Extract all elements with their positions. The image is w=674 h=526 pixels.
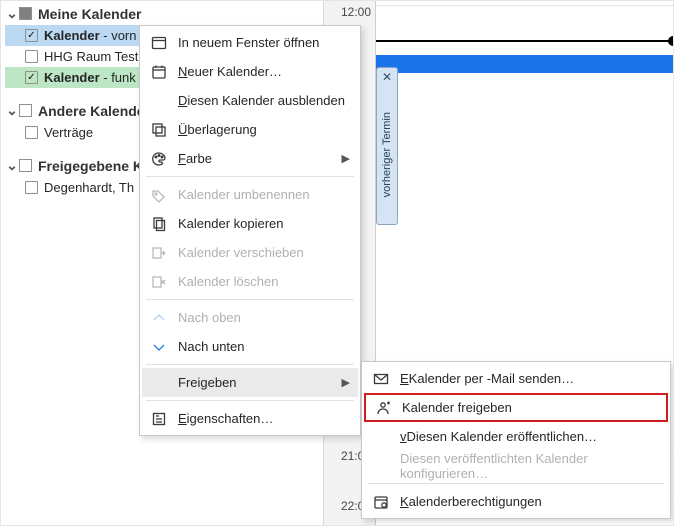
menu-item-label: Nach unten (178, 339, 348, 354)
calendar-name: Kalender - funk (44, 70, 136, 85)
menu-item-label: Nach oben (178, 310, 348, 325)
menu-item-share[interactable]: Freigeben▶ (142, 368, 358, 397)
calendar-name: HHG Raum Test (44, 49, 138, 64)
share-icon (372, 397, 394, 419)
close-icon[interactable]: ✕ (377, 70, 397, 84)
hour-line (376, 5, 673, 6)
mail-icon (370, 368, 392, 390)
menu-item-open-new[interactable]: In neuem Fenster öffnen (142, 28, 358, 57)
blank-icon (148, 90, 170, 112)
now-indicator (376, 40, 673, 42)
menu-item-label: Neuer Kalender… (178, 64, 348, 79)
checkbox[interactable] (25, 181, 38, 194)
calendar-name: Kalender - vorn (44, 28, 136, 43)
group-header[interactable]: ⌄ Meine Kalender (5, 5, 319, 22)
previous-appointment-tab[interactable]: ✕ vorheriger Termin (376, 67, 398, 225)
tag-icon (148, 184, 170, 206)
menu-item-color[interactable]: Farbe▶ (142, 144, 358, 173)
move-icon (148, 242, 170, 264)
menu-item-delete: Kalender löschen (142, 267, 358, 296)
menu-item-label: EKalender per -Mail senden… (400, 371, 658, 386)
checkbox[interactable] (25, 50, 38, 63)
menu-item-label: Kalender löschen (178, 274, 348, 289)
group-title: Meine Kalender (38, 6, 141, 22)
menu-item-down[interactable]: Nach unten (142, 332, 358, 361)
share-submenu: EKalender per -Mail senden… Kalender frei… (361, 361, 671, 519)
menu-item-label: Farbe (178, 151, 348, 166)
calendar-name: Degenhardt, Th (44, 180, 134, 195)
menu-item-new-cal[interactable]: Neuer Kalender… (142, 57, 358, 86)
blank-icon (370, 426, 392, 448)
menu-item-label: Kalender kopieren (178, 216, 348, 231)
menu-item-label: Diesen Kalender ausblenden (178, 93, 348, 108)
menu-item-label: Kalender verschieben (178, 245, 348, 260)
chevron-right-icon: ▶ (342, 376, 350, 389)
menu-item-label: Freigeben (178, 375, 348, 390)
menu-item-label: Kalender freigeben (402, 400, 656, 415)
group-checkbox[interactable] (19, 7, 32, 20)
group-checkbox[interactable] (19, 159, 32, 172)
menu-item-config: Diesen veröffentlichten Kalender konfigu… (364, 451, 668, 480)
menu-item-up: Nach oben (142, 303, 358, 332)
group-title: Freigegebene K (38, 158, 143, 174)
menu-item-share2[interactable]: Kalender freigeben (364, 393, 668, 422)
menu-item-perm[interactable]: Kalenderberechtigungen (364, 487, 668, 516)
menu-item-move: Kalender verschieben (142, 238, 358, 267)
group-title: Andere Kalender (38, 103, 150, 119)
copy-icon (148, 213, 170, 235)
menu-item-label: Kalenderberechtigungen (400, 494, 658, 509)
menu-item-rename: Kalender umbenennen (142, 180, 358, 209)
calendar-name: Verträge (44, 125, 93, 140)
checkbox[interactable] (25, 71, 38, 84)
menu-item-copy[interactable]: Kalender kopieren (142, 209, 358, 238)
chev-down-icon (148, 336, 170, 358)
window-icon (148, 32, 170, 54)
calendar-icon (148, 61, 170, 83)
checkbox[interactable] (25, 29, 38, 42)
delete-icon (148, 271, 170, 293)
chevron-down-icon: ⌄ (5, 157, 19, 174)
calendar-event[interactable] (376, 55, 673, 73)
previous-appointment-label: vorheriger Termin (381, 112, 393, 197)
props-icon (148, 408, 170, 430)
blank-icon (148, 372, 170, 394)
blank-icon (370, 455, 392, 477)
menu-item-hide-cal[interactable]: Diesen Kalender ausblenden (142, 86, 358, 115)
menu-item-publish[interactable]: vDiesen Kalender eröffentlichen… (364, 422, 668, 451)
menu-item-label: Diesen veröffentlichten Kalender konfigu… (400, 451, 658, 481)
chevron-down-icon: ⌄ (5, 5, 19, 22)
menu-item-label: In neuem Fenster öffnen (178, 35, 348, 50)
chev-up-icon (148, 307, 170, 329)
context-menu: In neuem Fenster öffnen Neuer Kalender… Di… (139, 25, 361, 436)
menu-item-label: Eigenschaften… (178, 411, 348, 426)
group-checkbox[interactable] (19, 104, 32, 117)
menu-item-label: Überlagerung (178, 122, 348, 137)
chevron-down-icon: ⌄ (5, 102, 19, 119)
overlay-icon (148, 119, 170, 141)
menu-item-label: Kalender umbenennen (178, 187, 348, 202)
hour-label: 12:00 (341, 5, 371, 19)
menu-item-mail[interactable]: EKalender per -Mail senden… (364, 364, 668, 393)
checkbox[interactable] (25, 126, 38, 139)
menu-item-label: vDiesen Kalender eröffentlichen… (400, 429, 658, 444)
perm-icon (370, 491, 392, 513)
chevron-right-icon: ▶ (342, 152, 350, 165)
menu-item-props[interactable]: Eigenschaften… (142, 404, 358, 433)
menu-item-overlay[interactable]: Überlagerung (142, 115, 358, 144)
palette-icon (148, 148, 170, 170)
